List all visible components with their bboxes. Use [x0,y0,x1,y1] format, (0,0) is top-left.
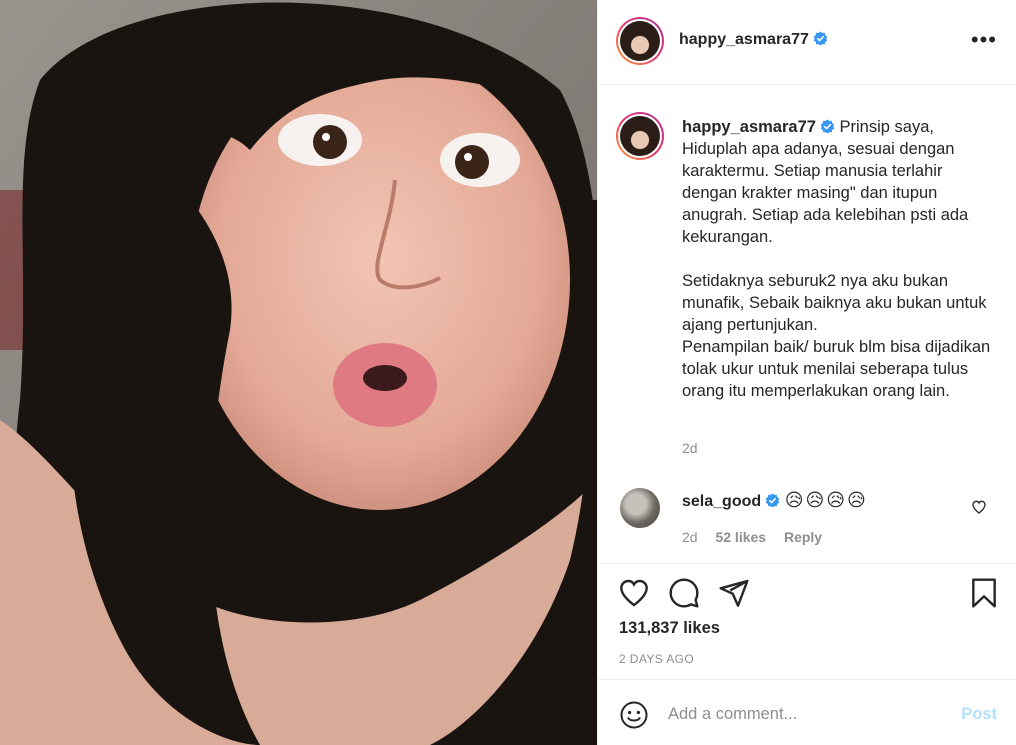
post-photo-graphic [0,0,597,745]
post-detail-panel: happy_asmara77 ••• happy_asmara77 Prinsi… [597,0,1016,745]
likes-count[interactable]: 131,837 likes [619,619,720,638]
post-photo[interactable] [0,0,597,745]
caption-author-username[interactable]: happy_asmara77 [682,118,835,136]
comment-input[interactable] [668,700,938,728]
comment-likes[interactable]: 52 likes [715,529,766,545]
post-header: happy_asmara77 ••• [598,0,1016,85]
share-icon[interactable] [718,577,750,609]
bookmark-icon[interactable] [968,577,1000,609]
add-comment-bar: Post [598,679,1016,745]
commenter-avatar[interactable] [620,488,660,528]
comment-line: sela_good 😥😥😥😥 [682,490,868,511]
caption-text: happy_asmara77 Prinsip saya, Hiduplah ap… [682,116,992,402]
post-actions: 131,837 likes 2 DAYS AGO [598,563,1016,678]
verified-icon [765,493,780,508]
caption-body: Prinsip saya, Hiduplah apa adanya, sesua… [682,118,991,400]
more-options-icon[interactable]: ••• [971,29,997,51]
caption-timestamp[interactable]: 2d [682,440,698,456]
comment-reply-button[interactable]: Reply [784,529,822,545]
caption-author-avatar[interactable] [616,112,664,160]
comment-item: sela_good 😥😥😥😥 2d 52 likes Reply [598,484,1016,554]
verified-icon [813,31,828,46]
commenter-username[interactable]: sela_good [682,493,780,510]
heart-icon[interactable] [618,577,650,609]
comment-meta: 2d 52 likes Reply [682,529,836,545]
author-avatar[interactable] [616,17,664,65]
author-username[interactable]: happy_asmara77 [679,31,828,49]
verified-icon [820,119,835,134]
comment-timestamp[interactable]: 2d [682,529,698,545]
post-date[interactable]: 2 DAYS AGO [619,652,694,666]
comment-heart-icon[interactable] [971,499,987,515]
comment-text: 😥😥😥😥 [784,490,868,510]
comment-icon[interactable] [668,577,700,609]
emoji-icon[interactable] [619,700,649,730]
post-comment-button[interactable]: Post [961,705,997,724]
